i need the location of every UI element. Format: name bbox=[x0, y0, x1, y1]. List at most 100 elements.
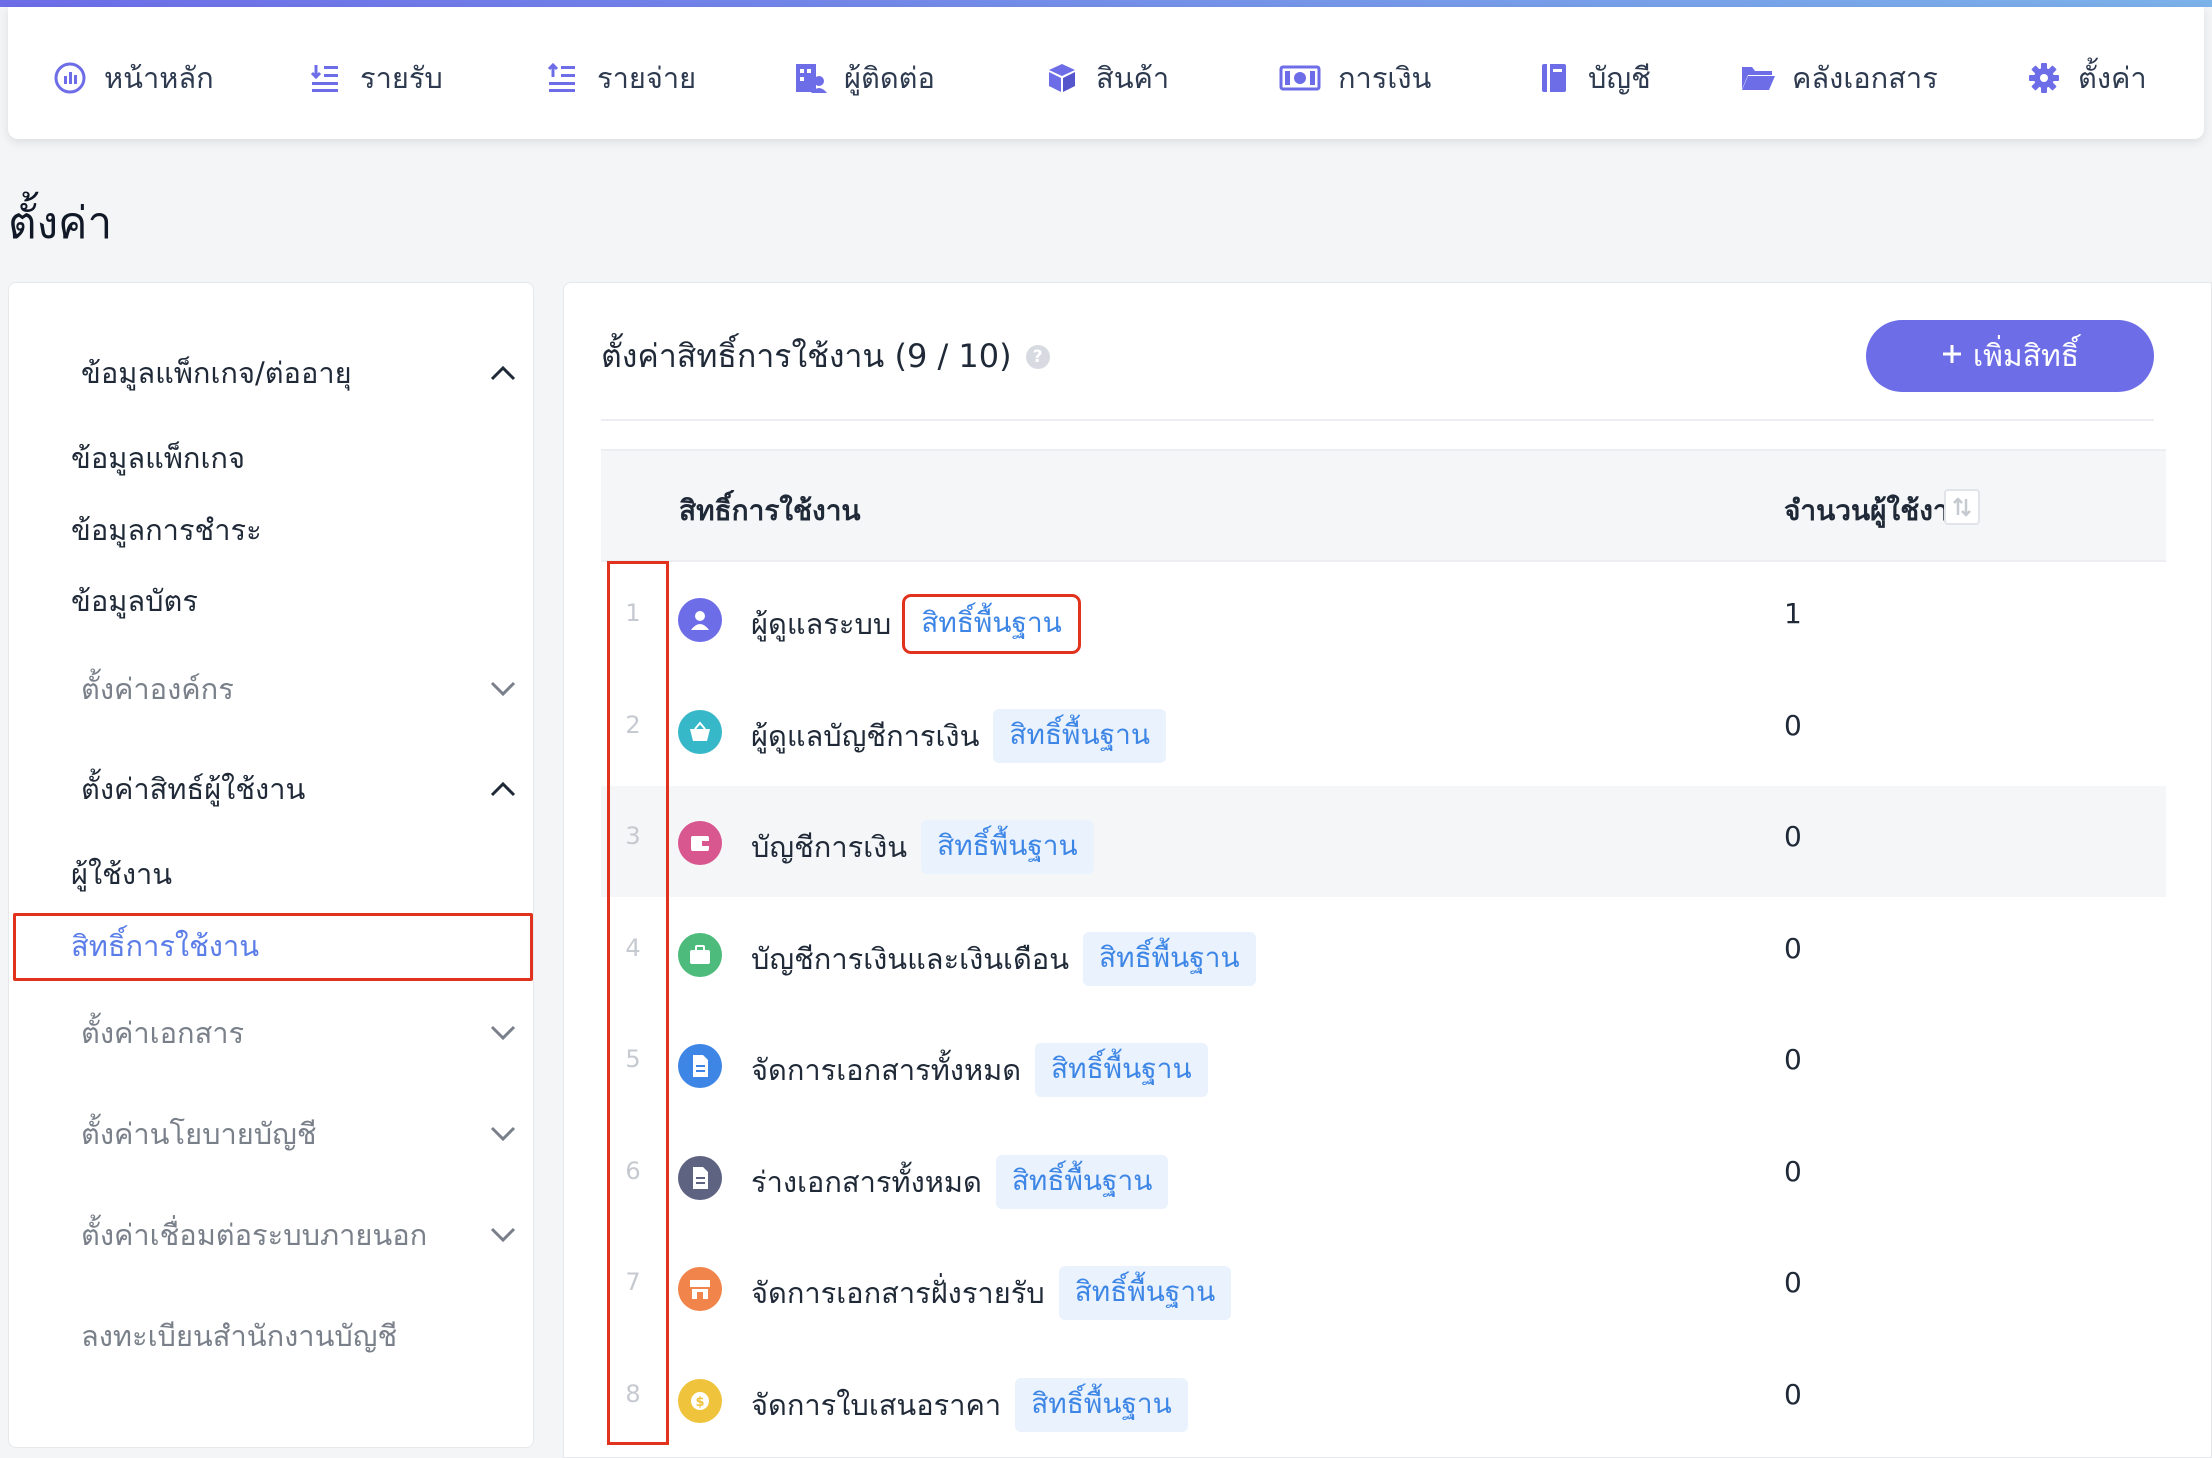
table-row[interactable]: 8 $ จัดการใบเสนอราคา สิทธิ์พื้นฐาน 0 bbox=[601, 1344, 2166, 1455]
sidebar-group-documents[interactable]: ตั้งค่าเอกสาร bbox=[81, 1007, 521, 1059]
user-count: 0 bbox=[1784, 1377, 1802, 1411]
permission-name-text: บัญชีการเงิน bbox=[751, 830, 908, 864]
nav-item-expense[interactable]: รายจ่าย bbox=[545, 49, 696, 107]
settings-sidebar: ข้อมูลแพ็กเกจ/ต่ออายุ ข้อมูลแพ็กเกจ ข้อม… bbox=[8, 282, 534, 1448]
nav-item-products[interactable]: สินค้า bbox=[1044, 49, 1169, 107]
panel-title-text: ตั้งค่าสิทธิ์การใช้งาน (9 / 10) bbox=[601, 337, 1012, 375]
basic-permission-badge: สิทธิ์พื้นฐาน bbox=[1083, 931, 1256, 986]
column-header-permission: สิทธิ์การใช้งาน bbox=[679, 494, 861, 527]
page-title: ตั้งค่า bbox=[8, 198, 113, 249]
wallet-icon bbox=[678, 821, 722, 865]
draft-document-icon bbox=[678, 1155, 722, 1200]
nav-item-finance[interactable]: การเงิน bbox=[1278, 49, 1431, 107]
permission-name: บัญชีการเงินและเงินเดือน สิทธิ์พื้นฐาน bbox=[751, 931, 1256, 986]
permission-name-text: ผู้ดูแลบัญชีการเงิน bbox=[751, 718, 980, 753]
table-row[interactable]: 1 ผู้ดูแลระบบ สิทธิ์พื้นฐาน 1 bbox=[601, 563, 2166, 674]
table-header: สิทธิ์การใช้งาน จำนวนผู้ใช้งาน bbox=[601, 449, 2166, 562]
nav-label: หน้าหลัก bbox=[104, 61, 214, 95]
user-count: 0 bbox=[1784, 820, 1802, 853]
user-count: 1 bbox=[1784, 597, 1802, 630]
basic-permission-badge: สิทธิ์พื้นฐาน bbox=[921, 820, 1094, 874]
table-row[interactable]: 3 บัญชีการเงิน สิทธิ์พื้นฐาน 0 bbox=[601, 786, 2166, 897]
table-row[interactable]: 5 จัดการเอกสารทั้งหมด สิทธิ์พื้นฐาน 0 bbox=[601, 1009, 2166, 1120]
column-header-user-count: จำนวนผู้ใช้งาน bbox=[1784, 494, 1968, 527]
basic-permission-badge: สิทธิ์พื้นฐาน bbox=[995, 1154, 1169, 1209]
sidebar-group-organization[interactable]: ตั้งค่าองค์กร bbox=[81, 663, 521, 715]
permission-name-text: ร่างเอกสารทั้งหมด bbox=[751, 1164, 982, 1199]
permission-name: ผู้ดูแลระบบ สิทธิ์พื้นฐาน bbox=[751, 594, 1081, 654]
table-row[interactable]: 6 ร่างเอกสารทั้งหมด สิทธิ์พื้นฐาน 0 bbox=[601, 1121, 2166, 1232]
chevron-down-icon bbox=[485, 1116, 521, 1152]
nav-item-accounting[interactable]: บัญชี bbox=[1536, 49, 1651, 107]
sidebar-group-label: ตั้งค่าเอกสาร bbox=[81, 1016, 245, 1050]
add-permission-button[interactable]: เพิ่มสิทธิ์ bbox=[1866, 320, 2154, 392]
sidebar-group-label: ลงทะเบียนสำนักงานบัญชี bbox=[81, 1319, 398, 1353]
sidebar-group-accounting-policy[interactable]: ตั้งค่านโยบายบัญชี bbox=[81, 1108, 521, 1160]
contacts-icon bbox=[792, 60, 828, 96]
sidebar-group-label: ตั้งค่าเชื่อมต่อระบบภายนอก bbox=[81, 1218, 428, 1252]
permissions-panel: ตั้งค่าสิทธิ์การใช้งาน (9 / 10) ? เพิ่มส… bbox=[563, 282, 2212, 1458]
row-number-highlight bbox=[607, 561, 669, 1445]
admin-user-icon bbox=[678, 598, 722, 642]
sidebar-active-highlight bbox=[13, 913, 533, 981]
nav-label: คลังเอกสาร bbox=[1792, 61, 1938, 95]
sidebar-group-package[interactable]: ข้อมูลแพ็กเกจ/ต่ออายุ bbox=[81, 347, 521, 399]
nav-label: รายรับ bbox=[360, 61, 443, 95]
permission-name-text: จัดการใบเสนอราคา bbox=[751, 1387, 1002, 1422]
sidebar-group-user-rights[interactable]: ตั้งค่าสิทธ์ผู้ใช้งาน bbox=[81, 763, 521, 815]
add-permission-label: เพิ่มสิทธิ์ bbox=[1972, 339, 2080, 373]
permission-name-text: ผู้ดูแลระบบ bbox=[751, 607, 892, 641]
money-icon bbox=[1278, 60, 1322, 96]
sidebar-item-register-office[interactable]: ลงทะเบียนสำนักงานบัญชี bbox=[81, 1310, 521, 1362]
svg-text:$: $ bbox=[695, 1395, 704, 1410]
sidebar-item-card-info[interactable]: ข้อมูลบัตร bbox=[71, 578, 198, 624]
chevron-down-icon bbox=[485, 1015, 521, 1051]
chevron-up-icon bbox=[485, 771, 521, 807]
sidebar-group-label: ข้อมูลแพ็กเกจ/ต่ออายุ bbox=[81, 356, 352, 390]
basic-permission-badge: สิทธิ์พื้นฐาน bbox=[993, 708, 1166, 763]
nav-label: บัญชี bbox=[1588, 61, 1651, 95]
user-count: 0 bbox=[1784, 931, 1802, 965]
basic-permission-badge: สิทธิ์พื้นฐาน bbox=[902, 594, 1081, 654]
basic-permission-badge: สิทธิ์พื้นฐาน bbox=[1058, 1266, 1232, 1320]
sidebar-group-integrations[interactable]: ตั้งค่าเชื่อมต่อระบบภายนอก bbox=[81, 1209, 521, 1261]
top-accent-line bbox=[0, 0, 2212, 7]
table-row[interactable]: 4 บัญชีการเงินและเงินเดือน สิทธิ์พื้นฐาน 0 bbox=[601, 898, 2166, 1009]
chevron-down-icon bbox=[485, 671, 521, 707]
nav-label: ตั้งค่า bbox=[2078, 61, 2147, 95]
sidebar-item-payment-info[interactable]: ข้อมูลการชำระ bbox=[71, 507, 262, 553]
sidebar-item-users[interactable]: ผู้ใช้งาน bbox=[71, 851, 172, 897]
permission-name: ผู้ดูแลบัญชีการเงิน สิทธิ์พื้นฐาน bbox=[751, 708, 1166, 763]
table-row[interactable]: 7 จัดการเอกสารฝั่งรายรับ สิทธิ์พื้นฐาน 0 bbox=[601, 1232, 2166, 1343]
permission-name-text: บัญชีการเงินและเงินเดือน bbox=[751, 941, 1070, 976]
nav-item-settings[interactable]: ตั้งค่า bbox=[2026, 49, 2147, 107]
folder-icon bbox=[1740, 60, 1776, 96]
table-row[interactable]: 2 ผู้ดูแลบัญชีการเงิน สิทธิ์พื้นฐาน 0 bbox=[601, 675, 2166, 786]
nav-item-income[interactable]: รายรับ bbox=[308, 49, 443, 107]
expense-icon bbox=[545, 60, 581, 96]
user-count: 0 bbox=[1784, 1266, 1802, 1299]
ledger-book-icon bbox=[1536, 60, 1572, 96]
help-icon[interactable]: ? bbox=[1025, 344, 1050, 369]
basket-icon bbox=[678, 709, 722, 754]
divider bbox=[601, 419, 2154, 421]
basic-permission-badge: สิทธิ์พื้นฐาน bbox=[1015, 1377, 1188, 1432]
income-icon bbox=[308, 60, 344, 96]
basic-permission-badge: สิทธิ์พื้นฐาน bbox=[1035, 1043, 1208, 1097]
permission-name: จัดการใบเสนอราคา สิทธิ์พื้นฐาน bbox=[751, 1377, 1188, 1432]
permission-name: ร่างเอกสารทั้งหมด สิทธิ์พื้นฐาน bbox=[751, 1154, 1169, 1209]
permission-name: จัดการเอกสารทั้งหมด สิทธิ์พื้นฐาน bbox=[751, 1043, 1208, 1097]
nav-item-contacts[interactable]: ผู้ติดต่อ bbox=[792, 49, 935, 107]
user-count: 0 bbox=[1784, 1043, 1802, 1076]
chevron-down-icon bbox=[485, 1217, 521, 1253]
nav-label: ผู้ติดต่อ bbox=[844, 61, 935, 95]
dashboard-icon bbox=[52, 60, 88, 96]
top-navigation-bar: หน้าหลัก รายรับ รายจ่าย ผู้ติดต่อ สินค้า… bbox=[8, 7, 2204, 139]
briefcase-icon bbox=[678, 932, 722, 977]
chevron-up-icon bbox=[485, 355, 521, 391]
nav-label: รายจ่าย bbox=[597, 61, 697, 95]
nav-item-document-store[interactable]: คลังเอกสาร bbox=[1740, 49, 1938, 107]
nav-item-dashboard[interactable]: หน้าหลัก bbox=[52, 49, 214, 107]
sidebar-item-package-info[interactable]: ข้อมูลแพ็กเกจ bbox=[71, 435, 245, 481]
sort-icon[interactable] bbox=[1944, 489, 1980, 525]
